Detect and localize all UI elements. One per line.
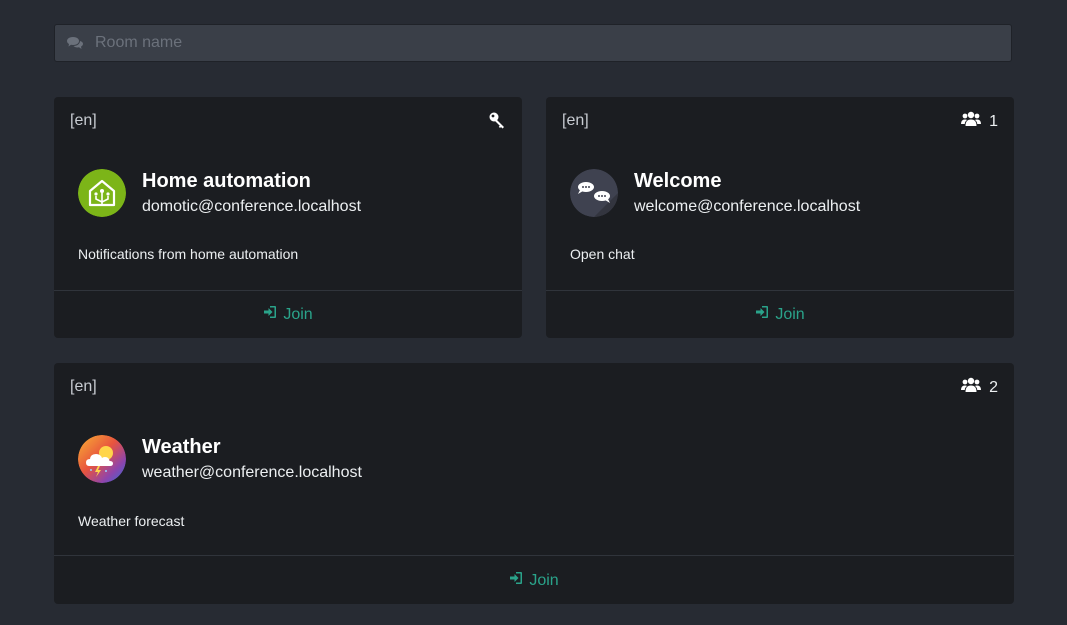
room-card-home-automation: [en] Home automation domotic@conference.…	[54, 97, 522, 338]
room-occupants: 2	[961, 377, 998, 398]
room-name-input[interactable]	[95, 25, 1011, 61]
room-language: [en]	[70, 112, 97, 129]
sign-in-icon	[509, 571, 523, 590]
room-avatar-weather	[78, 435, 126, 483]
occupant-count: 2	[989, 378, 998, 396]
join-label: Join	[283, 305, 313, 323]
join-label: Join	[775, 305, 805, 323]
key-icon	[488, 111, 506, 134]
room-name: Weather	[142, 436, 221, 458]
room-avatar-welcome	[570, 169, 618, 217]
room-name: Home automation	[142, 170, 311, 192]
room-avatar-home-automation	[78, 169, 126, 217]
occupant-count: 1	[989, 112, 998, 130]
chat-bubbles-icon	[55, 36, 95, 50]
join-button[interactable]: Join	[54, 291, 522, 338]
room-search-bar	[54, 24, 1012, 62]
room-language: [en]	[70, 378, 97, 395]
room-password-indicator	[488, 111, 506, 134]
users-icon	[961, 111, 982, 132]
room-description: Notifications from home automation	[78, 246, 299, 262]
join-button[interactable]: Join	[546, 291, 1014, 338]
room-list-page: [en] Home automation domotic@conference	[0, 0, 1067, 625]
join-button[interactable]: Join	[54, 557, 1014, 604]
room-jid: weather@conference.localhost	[142, 464, 362, 481]
room-card-weather: [en] 2 Weather weather@conference.localh…	[54, 363, 1014, 604]
room-jid: domotic@conference.localhost	[142, 198, 362, 215]
room-jid: welcome@conference.localhost	[634, 198, 861, 215]
sign-in-icon	[263, 305, 277, 324]
card-divider	[54, 555, 1014, 556]
room-description: Weather forecast	[78, 513, 185, 529]
room-card-welcome: [en] 1 Welcome welcome@conference.localh…	[546, 97, 1014, 338]
room-name: Welcome	[634, 170, 722, 192]
room-language: [en]	[562, 112, 589, 129]
join-label: Join	[529, 571, 559, 589]
room-description: Open chat	[570, 246, 635, 262]
users-icon	[961, 377, 982, 398]
room-occupants: 1	[961, 111, 998, 132]
sign-in-icon	[755, 305, 769, 324]
